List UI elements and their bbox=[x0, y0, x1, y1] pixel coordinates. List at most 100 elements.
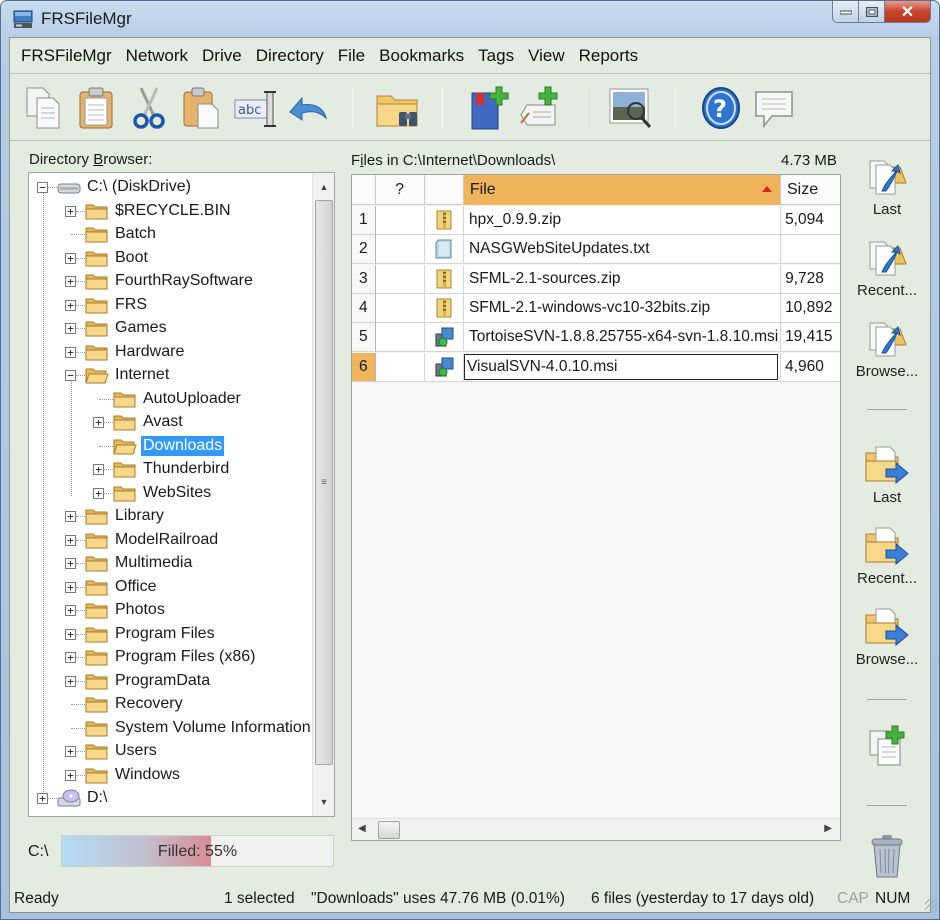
tree-node[interactable]: + Multimedia bbox=[29, 552, 314, 575]
tree-node[interactable]: + ProgramData bbox=[29, 670, 314, 693]
file-name-cell[interactable]: SFML-2.1-windows-vc10-32bits.zip bbox=[463, 293, 782, 323]
scroll-down-arrow[interactable]: ▼ bbox=[313, 792, 334, 812]
file-name-cell[interactable]: TortoiseSVN-1.8.8.25755-x64-svn-1.8.10.m… bbox=[463, 323, 782, 353]
directory-tree[interactable]: ▲ ≡ ▼ − C:\ (DiskDrive) + $RECYCLE.BIN Batch… bbox=[28, 172, 335, 817]
undo-button[interactable] bbox=[285, 83, 331, 133]
row-number[interactable]: 3 bbox=[352, 264, 376, 294]
move-browse-button[interactable]: Browse... bbox=[843, 607, 931, 668]
row-number[interactable]: 2 bbox=[352, 235, 376, 265]
delete-button[interactable] bbox=[843, 833, 931, 879]
tree-node[interactable]: + Program Files (x86) bbox=[29, 646, 314, 669]
file-name-cell[interactable]: SFML-2.1-sources.zip bbox=[463, 264, 782, 294]
find-folder-button[interactable] bbox=[375, 83, 421, 133]
paste-special-button[interactable] bbox=[179, 83, 225, 133]
file-name-cell[interactable]: hpx_0.9.9.zip bbox=[463, 206, 782, 235]
tree-node[interactable]: + FourthRaySoftware bbox=[29, 270, 314, 293]
file-row[interactable]: 2 NASGWebSiteUpdates.txt bbox=[352, 235, 840, 265]
expand-icon[interactable]: + bbox=[65, 252, 76, 264]
scroll-thumb[interactable]: ≡ bbox=[315, 200, 333, 765]
tree-node[interactable]: + Thunderbird bbox=[29, 458, 314, 481]
tree-node[interactable]: + D:\ bbox=[29, 787, 314, 810]
cut-button[interactable] bbox=[126, 83, 172, 133]
expand-icon[interactable]: + bbox=[65, 581, 76, 593]
expand-icon[interactable]: + bbox=[37, 793, 48, 804]
paste-button[interactable] bbox=[73, 83, 119, 133]
menu-tags[interactable]: Tags bbox=[471, 46, 521, 66]
open-browse-button[interactable]: Browse... bbox=[843, 319, 931, 380]
expand-icon[interactable]: + bbox=[65, 605, 76, 616]
help-button[interactable]: ? bbox=[698, 83, 744, 133]
menu-drive[interactable]: Drive bbox=[195, 46, 249, 66]
column-header-rownum[interactable] bbox=[352, 175, 376, 205]
collapse-icon[interactable]: − bbox=[65, 370, 76, 381]
tree-node[interactable]: + Avast bbox=[29, 411, 314, 434]
close-button[interactable]: ✕ bbox=[885, 1, 931, 23]
row-number[interactable]: 6 bbox=[352, 352, 376, 382]
expand-icon[interactable]: + bbox=[65, 652, 76, 663]
scroll-left-arrow[interactable]: ◀ bbox=[358, 823, 366, 834]
copy-button[interactable] bbox=[20, 83, 66, 133]
maximize-button[interactable] bbox=[859, 1, 885, 23]
expand-icon[interactable]: + bbox=[65, 323, 76, 334]
row-number[interactable]: 1 bbox=[352, 206, 376, 235]
menu-reports[interactable]: Reports bbox=[572, 46, 646, 66]
row-number[interactable]: 5 bbox=[352, 323, 376, 353]
expand-icon[interactable]: + bbox=[65, 346, 76, 358]
tree-node[interactable]: + Program Files bbox=[29, 623, 314, 646]
feedback-button[interactable] bbox=[751, 83, 797, 133]
expand-icon[interactable]: + bbox=[65, 628, 76, 640]
open-last-button[interactable]: Last bbox=[843, 157, 931, 218]
collapse-icon[interactable]: − bbox=[37, 182, 48, 193]
column-header-status[interactable]: ? bbox=[376, 175, 425, 205]
column-header-file[interactable]: File bbox=[463, 175, 781, 205]
tree-node[interactable]: + Office bbox=[29, 576, 314, 599]
file-row[interactable]: 1 hpx_0.9.9.zip 5,094 bbox=[352, 206, 840, 235]
tree-node[interactable]: Batch bbox=[29, 223, 314, 246]
tree-node[interactable]: + ModelRailroad bbox=[29, 529, 314, 552]
expand-icon[interactable]: + bbox=[93, 464, 104, 475]
column-header-icon[interactable] bbox=[425, 175, 464, 205]
tree-node[interactable]: + Users bbox=[29, 740, 314, 763]
grid-horizontal-scrollbar[interactable]: ◀ ▶ bbox=[352, 818, 840, 840]
menu-directory[interactable]: Directory bbox=[249, 46, 331, 66]
scroll-thumb[interactable] bbox=[378, 821, 400, 839]
tree-node[interactable]: + Hardware bbox=[29, 341, 314, 364]
open-recent-button[interactable]: Recent... bbox=[843, 238, 931, 299]
menu-frsfilemgr[interactable]: FRSFileMgr bbox=[14, 46, 119, 66]
column-header-size[interactable]: Size bbox=[781, 175, 840, 205]
file-row[interactable]: 4 SFML-2.1-windows-vc10-32bits.zip 10,892 bbox=[352, 293, 840, 323]
add-bookmark-button[interactable] bbox=[465, 83, 511, 133]
resize-grip[interactable] bbox=[925, 899, 937, 911]
expand-icon[interactable]: + bbox=[65, 276, 76, 287]
tree-node[interactable]: + $RECYCLE.BIN bbox=[29, 200, 314, 223]
title-bar[interactable]: FRSFileMgr ✕ bbox=[1, 1, 939, 37]
tree-node[interactable]: + Library bbox=[29, 505, 314, 528]
scroll-right-arrow[interactable]: ▶ bbox=[824, 823, 832, 834]
expand-icon[interactable]: + bbox=[65, 299, 76, 311]
file-name-cell[interactable]: VisualSVN-4.0.10.msi bbox=[463, 352, 782, 382]
add-tag-button[interactable] bbox=[518, 83, 564, 133]
rename-button[interactable]: abc bbox=[232, 83, 278, 133]
expand-icon[interactable]: + bbox=[65, 534, 76, 546]
tree-node[interactable]: + Games bbox=[29, 317, 314, 340]
move-recent-button[interactable]: Recent... bbox=[843, 526, 931, 587]
move-last-button[interactable]: Last bbox=[843, 445, 931, 506]
file-name-editor[interactable]: VisualSVN-4.0.10.msi bbox=[463, 353, 779, 380]
expand-icon[interactable]: + bbox=[93, 417, 104, 428]
copy-new-button[interactable] bbox=[843, 725, 931, 767]
tree-node[interactable]: + Boot bbox=[29, 247, 314, 270]
tree-node[interactable]: + WebSites bbox=[29, 482, 314, 505]
minimize-button[interactable] bbox=[832, 1, 859, 23]
expand-icon[interactable]: + bbox=[65, 558, 76, 569]
tree-vertical-scrollbar[interactable]: ▲ ≡ ▼ bbox=[312, 173, 334, 816]
tree-node[interactable]: − Internet bbox=[29, 364, 314, 387]
tree-node[interactable]: − C:\ (DiskDrive) bbox=[29, 176, 314, 199]
file-name-cell[interactable]: NASGWebSiteUpdates.txt bbox=[463, 235, 782, 265]
image-preview-button[interactable] bbox=[608, 83, 654, 133]
tree-node[interactable]: Downloads bbox=[29, 435, 314, 458]
file-row[interactable]: 5 TortoiseSVN-1.8.8.25755-x64-svn-1.8.10.… bbox=[352, 323, 840, 353]
tree-node[interactable]: + Windows bbox=[29, 764, 314, 787]
expand-icon[interactable]: + bbox=[65, 205, 76, 217]
expand-icon[interactable]: + bbox=[65, 769, 76, 781]
menu-file[interactable]: File bbox=[331, 46, 372, 66]
